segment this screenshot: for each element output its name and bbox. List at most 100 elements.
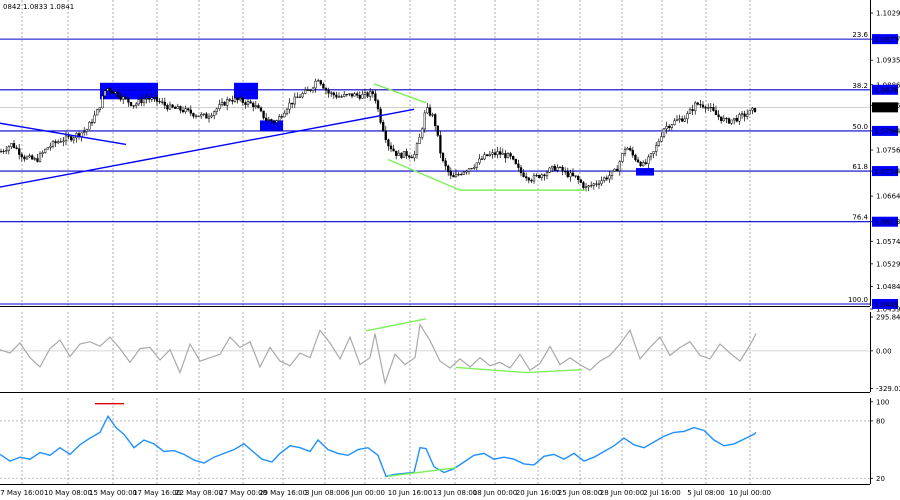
candle-bear [322, 83, 325, 89]
candle-bull [652, 151, 655, 154]
candle-bear [519, 167, 523, 174]
candle-bear [324, 87, 328, 91]
candle-bear [553, 165, 556, 171]
candle-bear [639, 161, 642, 167]
candle-bear [449, 171, 452, 176]
oscillator-pane [0, 318, 870, 386]
candle-bull [454, 174, 458, 178]
divergence-line [525, 369, 583, 374]
chart-window: 0842 1.0833 1.0841 23.6 38.2 50.0 61.8 76.4 1… [0, 0, 900, 500]
fibo-level-text: 76.4 [852, 214, 868, 222]
candle-bull [135, 103, 138, 107]
candle-bear [564, 171, 567, 173]
chart-canvas[interactable]: 0842 1.0833 1.0841 23.6 38.2 50.0 61.8 76.4 1… [0, 0, 900, 500]
candle-bull [746, 113, 749, 117]
candle-bear [527, 177, 530, 181]
candle-bear [54, 141, 57, 144]
candle-bull [207, 116, 211, 119]
candle-bull [88, 122, 91, 130]
candle-bear [356, 93, 359, 96]
candle-bear [504, 153, 507, 159]
candle-bull [353, 93, 356, 97]
candle-bear [187, 108, 190, 111]
candle-bull [44, 148, 47, 153]
price-axis: 1.10291.09771.09351.08861.08451.07941.07… [870, 10, 900, 483]
candle-bull [49, 145, 52, 148]
candle-bull [738, 114, 741, 122]
candle-bull [608, 175, 611, 180]
candle-bull [142, 98, 146, 104]
candle-bull [660, 136, 663, 142]
time-tick-label: 3 Jun 08:00 [305, 489, 345, 497]
candle-bull [184, 108, 187, 113]
candle-bull [98, 107, 101, 110]
candle-bull [293, 96, 296, 105]
candle-bear [291, 102, 294, 105]
candle-bull [41, 152, 44, 154]
candle-bear [350, 93, 354, 97]
candle-bull [361, 94, 364, 99]
candle-bull [473, 167, 476, 169]
candle-bear [392, 148, 395, 152]
candle-bull [218, 104, 221, 110]
candle-bull [584, 186, 588, 188]
candle-bear [634, 154, 637, 161]
candle-bull [0, 151, 3, 153]
price-label-text: 1.0841 [874, 104, 899, 112]
candle-bear [522, 172, 525, 177]
candle-bull [665, 126, 668, 130]
candle-bull [202, 113, 205, 115]
candle-bear [408, 155, 411, 158]
candle-bear [296, 96, 299, 98]
candle-bull [33, 158, 36, 160]
candle-bear [691, 109, 694, 111]
candle-bear [727, 118, 731, 124]
y-tick-label: 1.0935 [876, 57, 900, 65]
candle-bear [605, 177, 608, 180]
candle-bull [10, 143, 13, 147]
candle-bear [197, 115, 200, 117]
time-tick-label: 2 Jul 16:00 [643, 489, 681, 497]
y-tick-label: 1.0529 [876, 260, 900, 268]
candle-bear [332, 92, 335, 96]
time-tick-label: 7 May 16:00 [0, 489, 44, 497]
candle-bear [509, 153, 512, 157]
price-label-text: 1.0794 [874, 128, 899, 136]
time-tick-label: 10 Jun 16:00 [388, 489, 432, 497]
candle-bull [176, 106, 179, 109]
candle-bear [179, 106, 182, 111]
candle-bull [348, 93, 351, 95]
candle-bear [595, 183, 598, 185]
candle-bull [7, 146, 10, 151]
candle-bull [558, 166, 562, 168]
candle-bear [371, 91, 374, 94]
candle-bear [161, 101, 164, 103]
candle-bear [436, 125, 439, 136]
candle-bull [678, 118, 681, 121]
candle-bull [618, 161, 621, 172]
candle-bull [657, 141, 660, 146]
candle-bear [189, 109, 192, 114]
time-tick-label: 5 Jul 08:00 [687, 489, 725, 497]
candle-bear [382, 122, 385, 132]
candle-bear [561, 166, 564, 172]
candle-bear [543, 174, 546, 177]
candle-bull [168, 104, 172, 110]
time-tick-label: 29 May 16:00 [259, 489, 307, 497]
candle-bull [226, 99, 229, 106]
candle-bear [720, 116, 723, 122]
candle-bull [730, 119, 733, 124]
candle-bear [566, 171, 569, 178]
fibo-level-text: 61.8 [852, 163, 868, 171]
y-tick-label: 1.0484 [876, 283, 900, 291]
candle-bear [272, 120, 276, 123]
candle-bull [483, 154, 486, 160]
candle-bull [478, 158, 481, 164]
candle-bear [499, 151, 502, 155]
time-tick-label: 17 May 16:00 [133, 489, 181, 497]
candle-bull [540, 174, 543, 178]
candle-bear [31, 155, 34, 160]
candle-bear [530, 179, 533, 182]
candle-bull [647, 156, 650, 164]
candle-bull [688, 109, 692, 114]
